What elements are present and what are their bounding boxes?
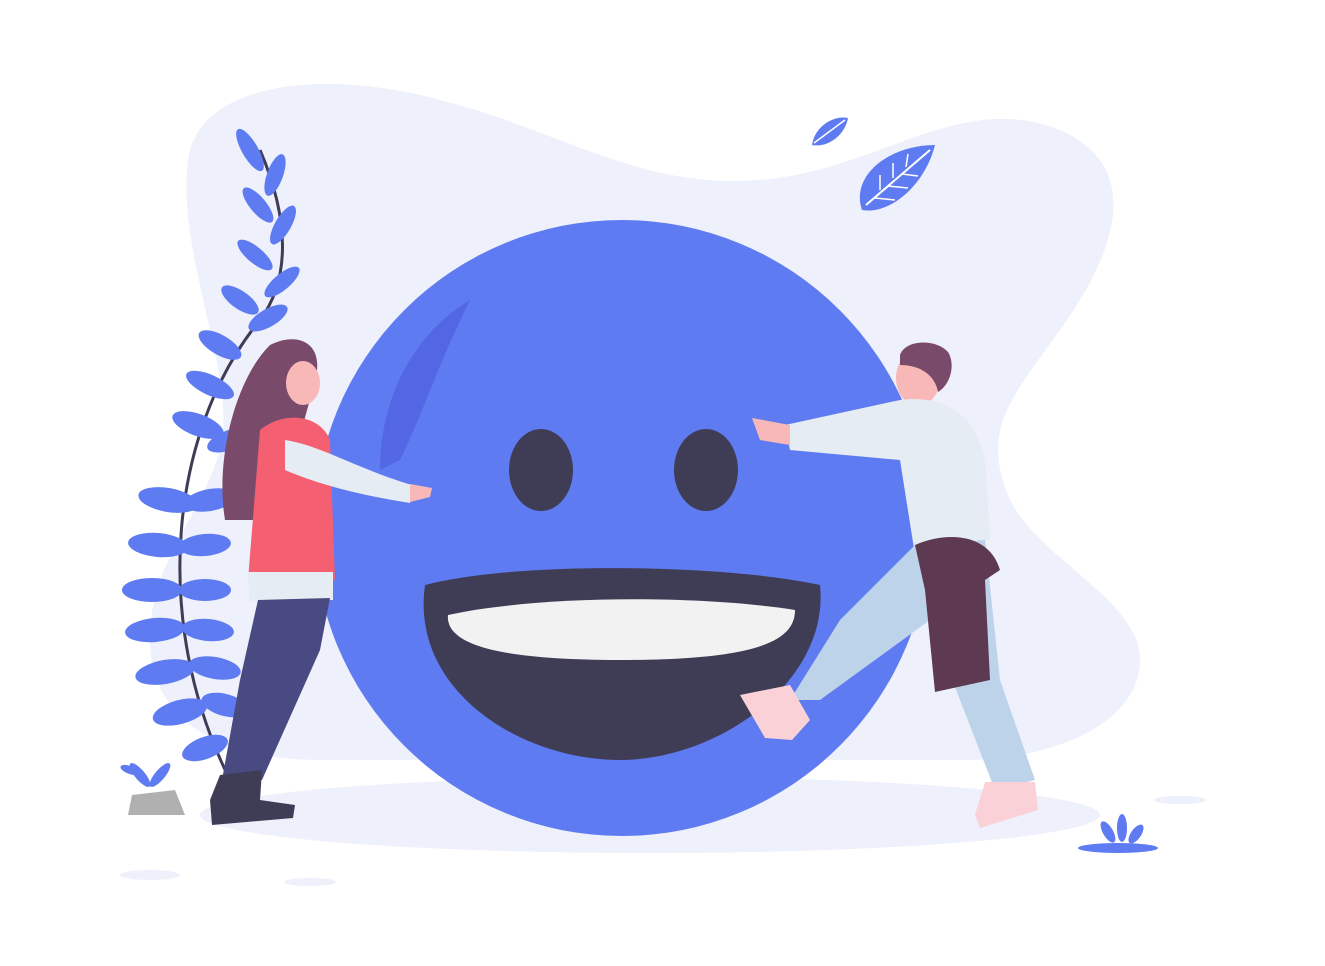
smiley-right-eye	[674, 429, 738, 511]
smiley-left-eye	[509, 429, 573, 511]
ground-shadow-small	[120, 870, 180, 880]
ground-shadow-small	[1154, 796, 1206, 804]
rock	[128, 790, 185, 815]
illustration	[0, 0, 1325, 966]
smiley-face-icon	[314, 220, 930, 836]
plant-icon	[120, 763, 171, 787]
leaf-icon	[812, 117, 848, 146]
ground-shadow-small	[284, 878, 336, 886]
